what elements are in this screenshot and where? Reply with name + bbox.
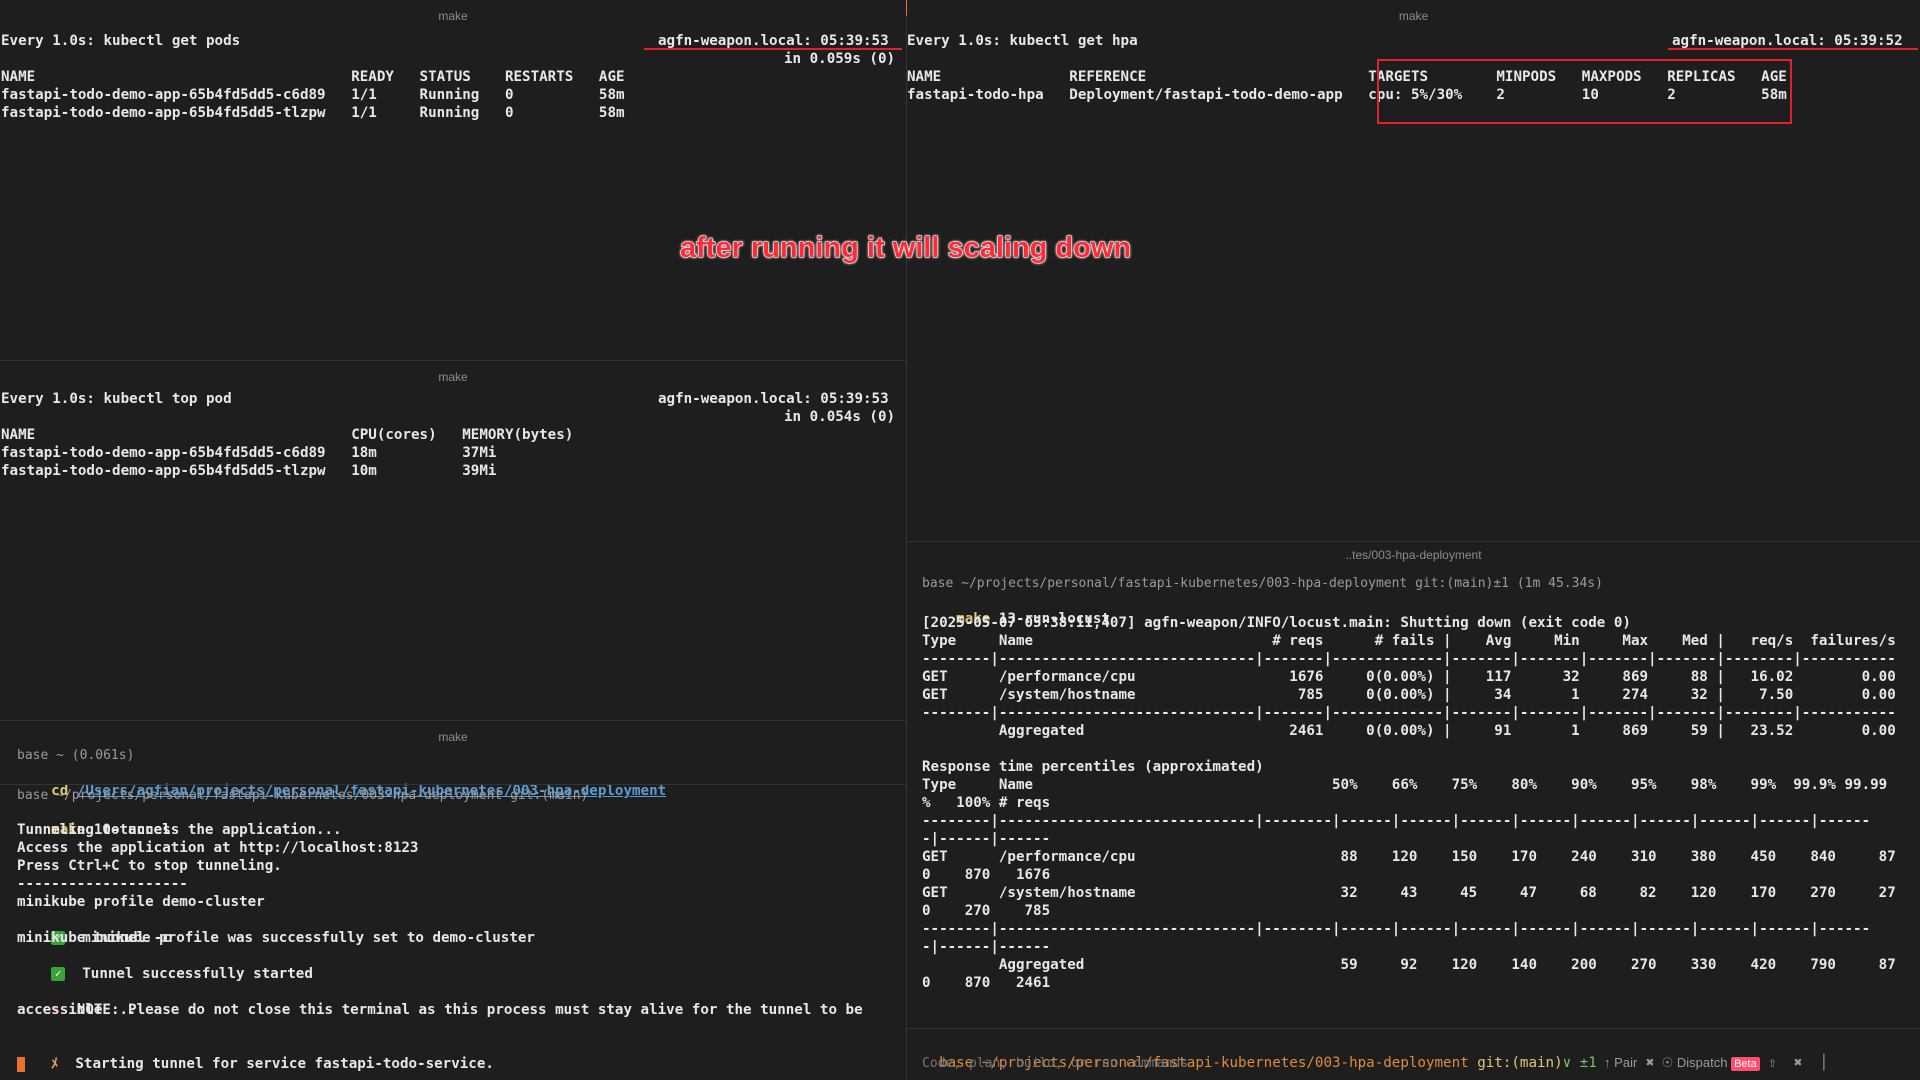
table-row: fastapi-todo-demo-app-65b4fd5dd5-tlzpw 1… [1,105,625,121]
shell-prompt: base ~/projects/personal/fastapi-kuberne… [922,576,1603,591]
starting-text: Starting tunnel for service fastapi-todo… [58,1056,494,1072]
tunnel-terminal-pane[interactable]: make base ~ (0.061s) cd /Users/agfian/pr… [0,721,906,1080]
output-line: Access the application at http://localho… [17,840,419,856]
output-line: -------------------- [17,876,188,892]
watch-duration: in 0.059s (0) [784,51,896,67]
note-line: ✎ NOTE: Please do not close this termina… [17,983,863,1037]
annotation-text: after running it will scaling down [679,232,1132,265]
output-line: Response time percentiles (approximated) [922,759,1264,775]
pane-title: make [438,370,468,384]
output-line: Aggregated 59 92 120 140 200 270 330 420… [922,957,1896,973]
output-line: --------|------------------------------|… [922,705,1896,721]
table-row: fastapi-todo-demo-app-65b4fd5dd5-c6d89 1… [1,87,625,103]
watch-command: Every 1.0s: kubectl get pods [1,33,241,49]
output-line: Type Name # reqs # fails | Avg Min Max M… [922,633,1896,649]
input-divider [907,1028,1920,1029]
pane-title: make [438,9,468,23]
output-line: -|------|------ [922,831,1051,847]
host-time: agfn-weapon.local: 05:39:53 [658,391,889,407]
output-line: -|------|------ [922,939,1051,955]
highlight-box [1377,59,1792,124]
command-input[interactable] [920,1054,1914,1072]
output-line: Aggregated 2461 0(0.00%) | 91 1 869 59 |… [922,723,1896,739]
output-line: --------|------------------------------|… [922,651,1896,667]
note-text: NOTE: Please do not close this terminal … [59,1002,863,1018]
pane-title: make [1398,9,1429,23]
table-row: fastapi-todo-demo-app-65b4fd5dd5-c6d89 1… [1,445,497,461]
pane-title: ..tes/003-hpa-deployment [1345,548,1482,562]
output-line: [2025-05-07 05:38:11,407] agfn-weapon/IN… [922,615,1631,631]
output-line: Tunneling to access the application... [17,822,342,838]
success-text: Tunnel successfully started [65,966,313,982]
output-line: GET /system/hostname 785 0(0.00%) | 34 1… [922,687,1896,703]
output-line: % 100% # reqs [922,795,1051,811]
previous-prompt: base ~ (0.061s) [17,748,135,763]
output-line: GET /system/hostname 32 43 45 47 68 82 1… [922,885,1896,901]
output-line: minikube tunnel -c [17,930,171,946]
watch-command: Every 1.0s: kubectl top pod [1,391,232,407]
output-line: --------|------------------------------|… [922,921,1871,937]
table-header: NAME READY STATUS RESTARTS AGE [1,69,625,85]
host-time-underline [1668,48,1918,50]
output-line: GET /performance/cpu 88 120 150 170 240 … [922,849,1896,865]
output-line: 0 270 785 [922,903,1051,919]
starting-line: ﾒ Starting tunnel for service fastapi-to… [17,1037,494,1080]
note-continuation: accessible ... [17,1002,137,1018]
output-line: --------|------------------------------|… [922,813,1871,829]
output-line: minikube profile demo-cluster [17,894,265,910]
top-pod-watch-pane[interactable]: make Every 1.0s: kubectl top pod agfn-we… [0,361,906,720]
watch-duration: in 0.054s (0) [784,409,896,425]
locust-terminal-pane[interactable]: ..tes/003-hpa-deployment base ~/projects… [907,542,1920,1080]
pane-title: make [438,730,468,744]
pods-watch-pane[interactable]: make Every 1.0s: kubectl get pods agfn-w… [0,0,906,360]
hpa-watch-pane[interactable]: make Every 1.0s: kubectl get hpa agfn-we… [907,0,1920,541]
output-line: 0 870 2461 [922,975,1051,991]
output-line: GET /performance/cpu 1676 0(0.00%) | 117… [922,669,1896,685]
table-row: fastapi-todo-demo-app-65b4fd5dd5-tlzpw 1… [1,463,497,479]
watch-command: Every 1.0s: kubectl get hpa [907,33,1138,49]
output-line: 0 870 1676 [922,867,1051,883]
table-header: NAME CPU(cores) MEMORY(bytes) [1,427,574,443]
checkmark-icon: ✓ [51,967,66,981]
block-divider [0,784,906,785]
output-line: Type Name 50% 66% 75% 80% 90% 95% 98% 99… [922,777,1888,793]
output-line: Press Ctrl+C to stop tunneling. [17,858,282,874]
terminal-cursor [17,1057,25,1072]
